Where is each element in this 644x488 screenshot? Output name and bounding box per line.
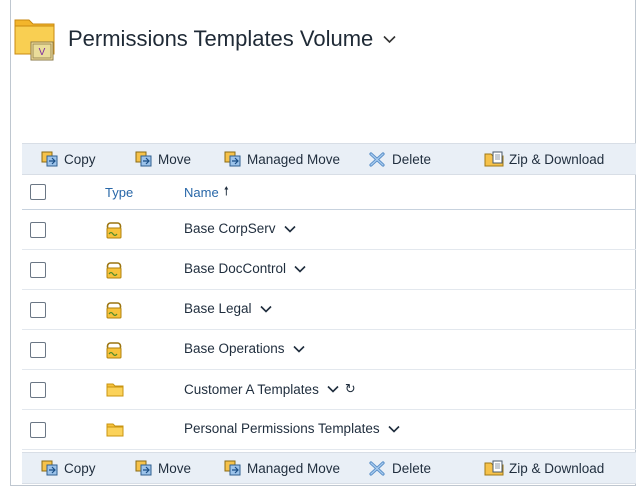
row-name-label: Base Legal xyxy=(184,301,252,316)
row-checkbox[interactable] xyxy=(30,302,46,318)
volume-folder-icon: V xyxy=(14,16,56,62)
permissions-template-icon xyxy=(106,342,122,364)
chevron-down-icon[interactable] xyxy=(383,35,396,44)
row-checkbox[interactable] xyxy=(30,342,46,358)
row-name[interactable]: Base Operations xyxy=(184,341,305,356)
volume-header: V Permissions Templates Volume xyxy=(14,14,396,64)
action-toolbar-top: Copy Move Managed Move Delete Zip & Down… xyxy=(22,143,636,175)
row-checkbox[interactable] xyxy=(30,382,46,398)
managed-move-button[interactable]: Managed Move xyxy=(224,151,340,167)
chevron-down-icon[interactable] xyxy=(327,385,339,393)
column-header-name[interactable]: Name 🠕 xyxy=(184,182,229,203)
row-name[interactable]: Base CorpServ xyxy=(184,221,296,236)
managed-move-label: Managed Move xyxy=(247,460,341,476)
row-name-label: Personal Permissions Templates xyxy=(184,421,380,436)
row-name-label: Base CorpServ xyxy=(184,221,276,236)
action-toolbar-bottom: Copy Move Managed Move Delete Zip & Down… xyxy=(22,452,636,484)
zip-download-button-bottom[interactable]: Zip & Download xyxy=(484,460,604,476)
managed-move-icon xyxy=(224,460,241,476)
zip-folder-icon xyxy=(484,460,504,476)
row-name-label: Base DocControl xyxy=(184,261,287,276)
copy-label: Copy xyxy=(64,151,96,167)
zip-folder-icon xyxy=(484,151,504,167)
row-name[interactable]: Base DocControl xyxy=(184,261,306,276)
move-label: Move xyxy=(158,460,192,476)
permissions-template-icon xyxy=(106,222,122,244)
copy-button[interactable]: Copy xyxy=(41,151,96,167)
managed-move-icon xyxy=(224,151,241,167)
delete-icon xyxy=(369,152,385,167)
chevron-down-icon[interactable] xyxy=(259,305,272,313)
row-checkbox[interactable] xyxy=(30,262,46,278)
managed-move-label: Managed Move xyxy=(247,151,341,167)
refresh-icon[interactable]: ↻ xyxy=(345,381,356,397)
row-name-label: Customer A Templates xyxy=(184,381,319,397)
copy-icon xyxy=(41,460,58,476)
folder-icon xyxy=(106,382,124,402)
table-row[interactable]: Personal Permissions Templates xyxy=(22,410,636,450)
table-row[interactable]: Customer A Templates ↻ xyxy=(22,370,636,410)
column-header-type[interactable]: Type xyxy=(105,185,133,200)
copy-button-bottom[interactable]: Copy xyxy=(41,460,96,476)
delete-label: Delete xyxy=(392,151,432,167)
row-checkbox[interactable] xyxy=(30,422,46,438)
chevron-down-icon[interactable] xyxy=(388,425,400,433)
folder-icon xyxy=(106,422,124,442)
chevron-down-icon[interactable] xyxy=(283,225,296,233)
chevron-down-icon[interactable] xyxy=(292,345,305,353)
row-name[interactable]: Base Legal xyxy=(184,301,272,316)
move-button[interactable]: Move xyxy=(135,151,191,167)
zip-download-label: Zip & Download xyxy=(509,460,605,476)
row-checkbox[interactable] xyxy=(30,222,46,238)
zip-download-label: Zip & Download xyxy=(509,151,605,167)
managed-move-button-bottom[interactable]: Managed Move xyxy=(224,460,340,476)
table-header: Type Name 🠕 xyxy=(22,175,636,210)
move-icon xyxy=(135,460,152,476)
move-label: Move xyxy=(158,151,192,167)
column-header-name-label: Name xyxy=(184,184,219,200)
permissions-template-icon xyxy=(106,302,122,324)
copy-label: Copy xyxy=(64,460,96,476)
chevron-down-icon[interactable] xyxy=(294,265,306,273)
svg-text:V: V xyxy=(39,47,46,58)
permissions-template-icon xyxy=(106,262,122,284)
delete-label: Delete xyxy=(392,460,432,476)
move-button-bottom[interactable]: Move xyxy=(135,460,191,476)
table-row[interactable]: Base CorpServ xyxy=(22,210,636,250)
row-name[interactable]: Customer A Templates ↻ xyxy=(184,381,356,397)
copy-icon xyxy=(41,151,58,167)
table-row[interactable]: Base Operations xyxy=(22,330,636,370)
select-all-checkbox[interactable] xyxy=(30,184,46,200)
delete-icon xyxy=(369,461,385,476)
table-row[interactable]: Base Legal xyxy=(22,290,636,330)
delete-button-bottom[interactable]: Delete xyxy=(369,460,431,476)
row-name[interactable]: Personal Permissions Templates xyxy=(184,421,400,436)
page-title: Permissions Templates Volume xyxy=(68,26,374,51)
sort-ascending-icon: 🠕 xyxy=(223,183,229,198)
delete-button[interactable]: Delete xyxy=(369,151,431,167)
table-row[interactable]: Base DocControl xyxy=(22,250,636,290)
zip-download-button[interactable]: Zip & Download xyxy=(484,151,604,167)
move-icon xyxy=(135,151,152,167)
row-name-label: Base Operations xyxy=(184,341,285,356)
